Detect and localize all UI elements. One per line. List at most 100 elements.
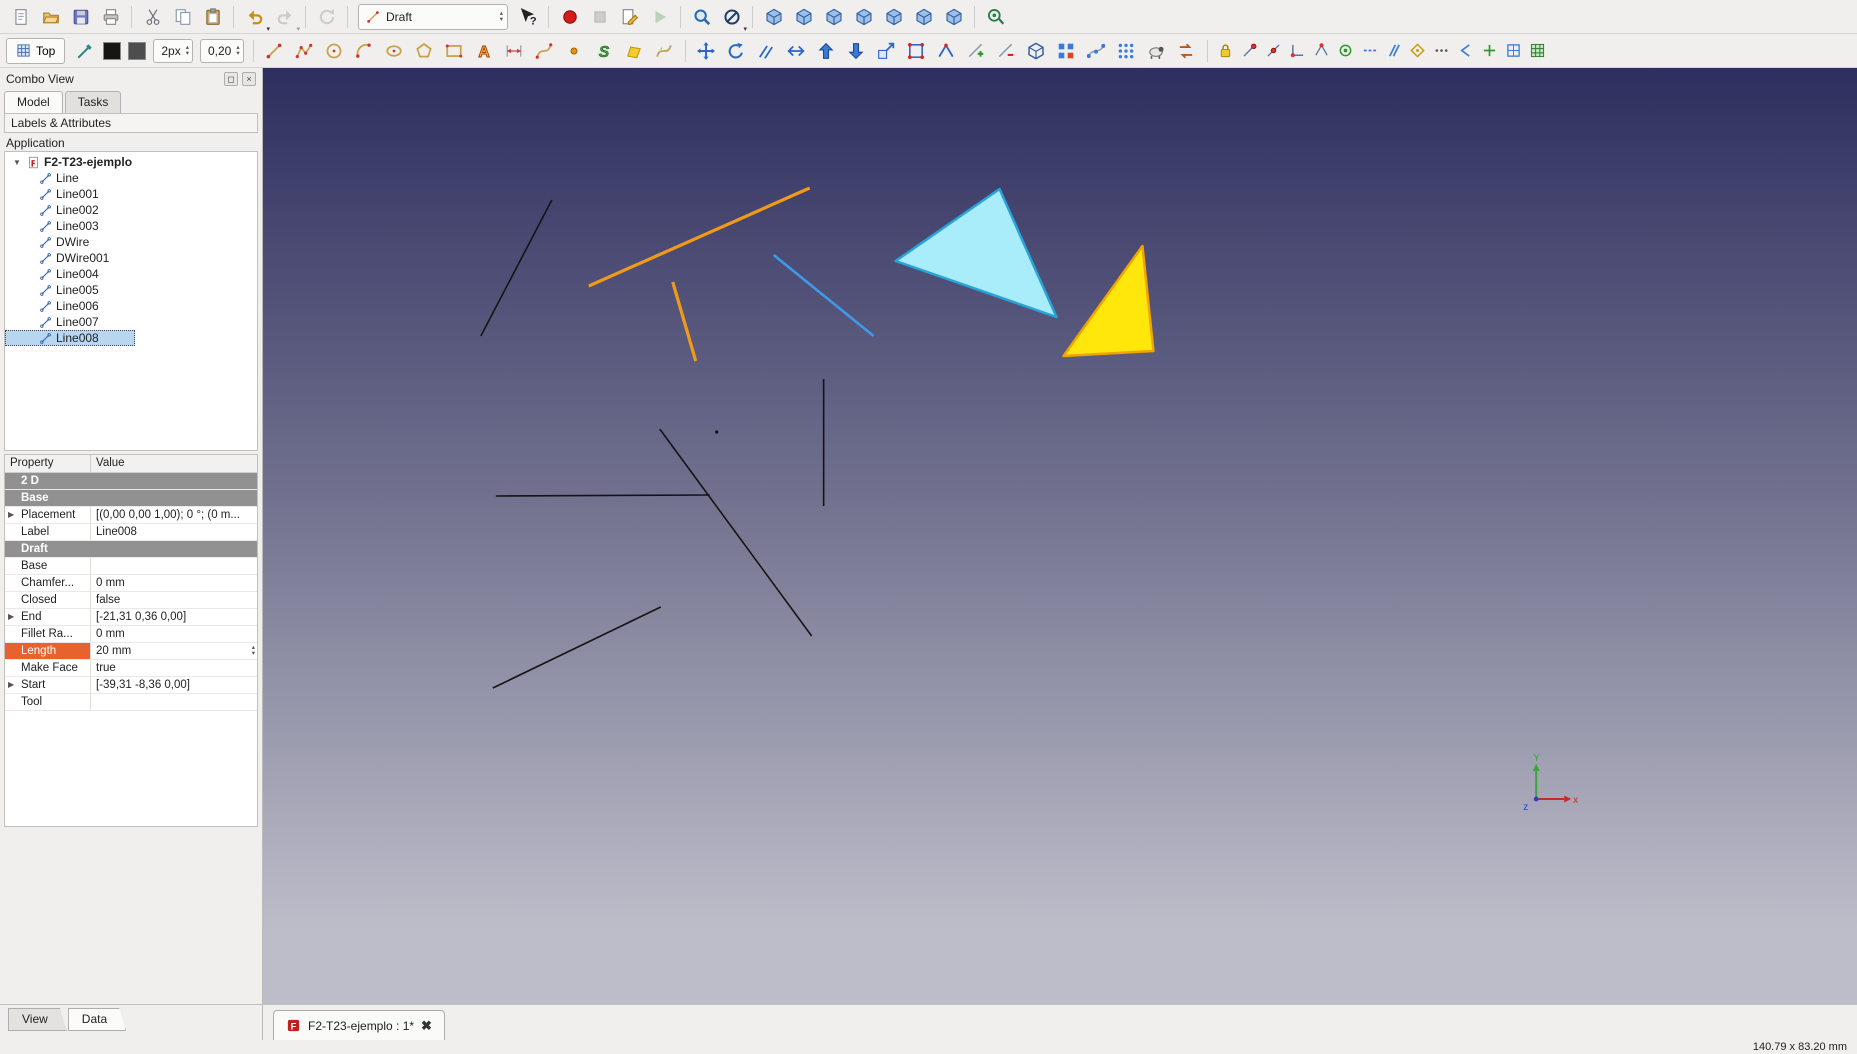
draft-scale-button[interactable] bbox=[872, 36, 901, 65]
snap-workingplane-button[interactable] bbox=[1502, 39, 1525, 63]
expand-arrow-icon[interactable]: ▶ bbox=[8, 507, 14, 523]
draft-bezier-button[interactable] bbox=[650, 36, 679, 65]
property-row-placement[interactable]: ▶ Placement [(0,00 0,00 1,00); 0 °; (0 m..… bbox=[5, 507, 257, 524]
property-row-fillet-ra[interactable]: Fillet Ra... 0 mm bbox=[5, 626, 257, 643]
tab-view[interactable]: View bbox=[8, 1008, 67, 1031]
snap-parallel-button[interactable] bbox=[1382, 39, 1405, 63]
draft-facebinder-button[interactable] bbox=[620, 36, 649, 65]
draft-join-button[interactable] bbox=[932, 36, 961, 65]
document-tab[interactable]: F F2-T23-ejemplo : 1* ✖ bbox=[273, 1010, 445, 1040]
draft-move-button[interactable] bbox=[692, 36, 721, 65]
open-document-button[interactable] bbox=[36, 2, 65, 31]
property-group-2-d[interactable]: 2 D bbox=[5, 473, 257, 490]
tree-item-dwire[interactable]: DWire bbox=[5, 234, 257, 250]
property-row-label[interactable]: Label Line008 bbox=[5, 524, 257, 541]
zoom-box-button[interactable] bbox=[687, 2, 716, 31]
macro-stop-button[interactable] bbox=[585, 2, 614, 31]
draft-patharray-button[interactable] bbox=[1082, 36, 1111, 65]
vertex-point[interactable] bbox=[715, 430, 719, 434]
macro-record-button[interactable] bbox=[555, 2, 584, 31]
property-row-start[interactable]: ▶ Start [-39,31 -8,36 0,00] bbox=[5, 677, 257, 694]
property-row-tool[interactable]: Tool bbox=[5, 694, 257, 711]
labels-attributes-header[interactable]: Labels & Attributes bbox=[4, 113, 258, 133]
tree-item-line[interactable]: Line bbox=[5, 170, 257, 186]
draft-line-button[interactable] bbox=[260, 36, 289, 65]
property-row-make-face[interactable]: Make Face true bbox=[5, 660, 257, 677]
save-button[interactable] bbox=[66, 2, 95, 31]
expand-arrow-icon[interactable]: ▼ bbox=[13, 158, 23, 167]
construction-mode-button[interactable] bbox=[70, 36, 99, 65]
face-color-swatch[interactable] bbox=[128, 41, 147, 60]
tab-tasks[interactable]: Tasks bbox=[64, 91, 122, 113]
redo-button[interactable]: ▾ bbox=[270, 2, 300, 33]
property-column-header[interactable]: Property bbox=[5, 455, 91, 472]
draft-draft2sketch-button[interactable] bbox=[1172, 36, 1201, 65]
draft-clone-button[interactable] bbox=[1142, 36, 1171, 65]
draft-text-button[interactable]: A bbox=[470, 36, 499, 65]
print-button[interactable] bbox=[96, 2, 125, 31]
snap-perpendicular-button[interactable] bbox=[1286, 39, 1309, 63]
snap-extension-button[interactable] bbox=[1358, 39, 1381, 63]
view-right-button[interactable] bbox=[849, 2, 878, 31]
copy-button[interactable] bbox=[168, 2, 197, 31]
draft-shapestring-button[interactable]: S bbox=[590, 36, 619, 65]
view-front-button[interactable] bbox=[789, 2, 818, 31]
snap-grid-button[interactable] bbox=[1478, 39, 1501, 63]
draft-circle-button[interactable] bbox=[320, 36, 349, 65]
whats-this-button[interactable]: ? bbox=[513, 2, 542, 31]
tree-item-line005[interactable]: Line005 bbox=[5, 282, 257, 298]
view-bottom-button[interactable] bbox=[909, 2, 938, 31]
snap-angle-button[interactable] bbox=[1310, 39, 1333, 63]
view-axonometric-button[interactable] bbox=[759, 2, 788, 31]
draft-ellipse-button[interactable] bbox=[380, 36, 409, 65]
snap-lock-button[interactable] bbox=[1214, 39, 1237, 63]
blue-line[interactable] bbox=[772, 253, 875, 338]
draft-bspline-button[interactable] bbox=[530, 36, 559, 65]
draft-downgrade-button[interactable] bbox=[842, 36, 871, 65]
draft-point-button[interactable] bbox=[560, 36, 589, 65]
property-row-closed[interactable]: Closed false bbox=[5, 592, 257, 609]
tree-item-dwire001[interactable]: DWire001 bbox=[5, 250, 257, 266]
refresh-button[interactable] bbox=[312, 2, 341, 31]
draft-upgrade-button[interactable] bbox=[812, 36, 841, 65]
property-row-end[interactable]: ▶ End [-21,31 0,36 0,00] bbox=[5, 609, 257, 626]
close-panel-button[interactable]: × bbox=[242, 72, 256, 86]
macro-edit-button[interactable] bbox=[615, 2, 644, 31]
workbench-selector[interactable]: Draft ▴ ▾ bbox=[358, 3, 508, 30]
draft-offset-button[interactable] bbox=[752, 36, 781, 65]
sketch-line-lower[interactable] bbox=[492, 606, 662, 689]
toggle-grid-button[interactable] bbox=[1526, 39, 1549, 63]
working-plane-button[interactable]: Top bbox=[6, 37, 66, 64]
view-top-button[interactable] bbox=[819, 2, 848, 31]
stepper-arrows-icon[interactable]: ▴ ▾ bbox=[236, 44, 239, 57]
tree-item-line006[interactable]: Line006 bbox=[5, 298, 257, 314]
scale-spinbox[interactable]: 0,20 ▴ ▾ bbox=[199, 38, 244, 63]
property-row-length[interactable]: Length 20 mm ▴ ▾ bbox=[5, 643, 257, 660]
3d-viewport[interactable]: Yx z bbox=[263, 68, 1857, 1004]
snap-ortho-button[interactable] bbox=[1454, 39, 1477, 63]
cyan-triangle[interactable] bbox=[894, 187, 1058, 319]
tree-item-line001[interactable]: Line001 bbox=[5, 186, 257, 202]
tree-root-item[interactable]: ▼ F2-T23-ejemplo bbox=[5, 154, 257, 170]
close-document-icon[interactable]: ✖ bbox=[421, 1018, 432, 1034]
sketch-line-horizontal[interactable] bbox=[495, 494, 710, 497]
property-row-chamfer[interactable]: Chamfer... 0 mm bbox=[5, 575, 257, 592]
orange-line-1[interactable] bbox=[588, 186, 811, 288]
dropdown-arrow-icon[interactable]: ▾ bbox=[296, 25, 300, 33]
property-group-base[interactable]: Base bbox=[5, 490, 257, 507]
measure-distance-button[interactable] bbox=[981, 2, 1010, 31]
draft-rotate-button[interactable] bbox=[722, 36, 751, 65]
snap-special-button[interactable] bbox=[1406, 39, 1429, 63]
property-group-draft[interactable]: Draft bbox=[5, 541, 257, 558]
draft-arc-button[interactable] bbox=[350, 36, 379, 65]
orange-line-2[interactable] bbox=[671, 281, 698, 362]
macro-play-button[interactable] bbox=[645, 2, 674, 31]
line-width-combo[interactable]: 2px ▴ ▾ bbox=[153, 38, 193, 63]
tree-item-line007[interactable]: Line007 bbox=[5, 314, 257, 330]
sketch-line-diagonal[interactable] bbox=[659, 428, 813, 637]
snap-midpoint-button[interactable] bbox=[1262, 39, 1285, 63]
draft-addpoint-button[interactable] bbox=[962, 36, 991, 65]
draft-subelement-button[interactable] bbox=[902, 36, 931, 65]
tree-item-line003[interactable]: Line003 bbox=[5, 218, 257, 234]
undo-button[interactable]: ▾ bbox=[240, 2, 270, 33]
